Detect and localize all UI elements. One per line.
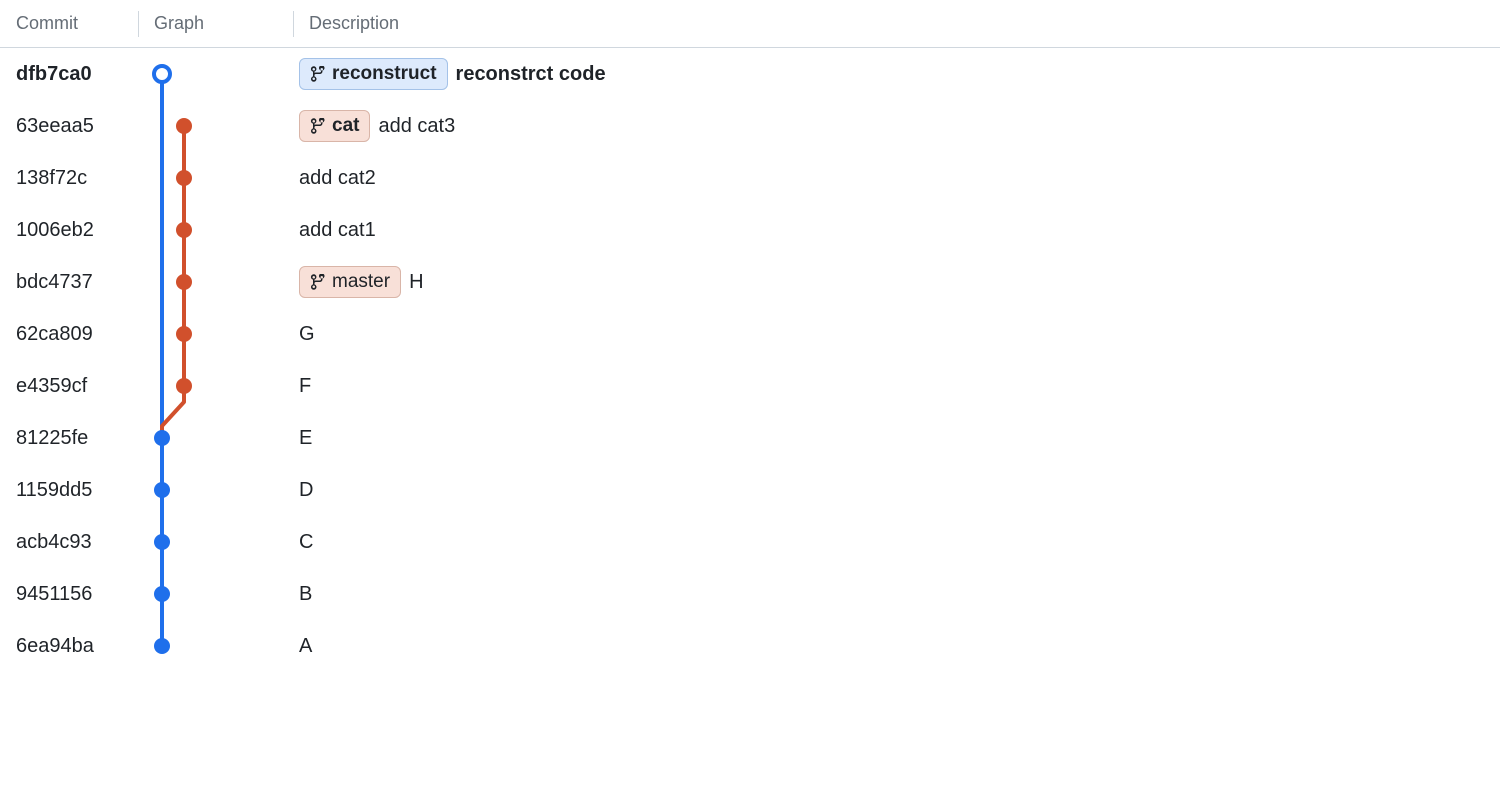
commit-hash[interactable]: 62ca809 bbox=[0, 323, 138, 346]
graph-cell bbox=[138, 568, 293, 620]
commit-hash[interactable]: 6ea94ba bbox=[0, 635, 138, 658]
branch-icon bbox=[310, 66, 326, 82]
description-cell: B bbox=[293, 583, 1500, 606]
graph-cell bbox=[138, 412, 293, 464]
description-cell: add cat2 bbox=[293, 167, 1500, 190]
commit-hash[interactable]: 1006eb2 bbox=[0, 219, 138, 242]
header-graph-label: Graph bbox=[154, 13, 204, 33]
divider bbox=[293, 11, 294, 37]
graph-cell bbox=[138, 308, 293, 360]
commit-hash[interactable]: bdc4737 bbox=[0, 271, 138, 294]
branch-tag-label: reconstruct bbox=[332, 63, 437, 85]
branch-tag-cat[interactable]: cat bbox=[299, 110, 370, 142]
commit-message[interactable]: G bbox=[299, 323, 315, 346]
commit-row[interactable]: 138f72c add cat2 bbox=[0, 152, 1500, 204]
commit-hash[interactable]: 81225fe bbox=[0, 427, 138, 450]
header-description-label: Description bbox=[309, 13, 399, 33]
header-description[interactable]: Description bbox=[293, 13, 1500, 34]
branch-tag-label: master bbox=[332, 271, 390, 293]
divider bbox=[138, 11, 139, 37]
commit-row[interactable]: 81225fe E bbox=[0, 412, 1500, 464]
commit-row[interactable]: 9451156 B bbox=[0, 568, 1500, 620]
commit-message[interactable]: add cat1 bbox=[299, 219, 376, 242]
graph-cell bbox=[138, 620, 293, 672]
commit-hash[interactable]: e4359cf bbox=[0, 375, 138, 398]
commit-row[interactable]: 1006eb2 add cat1 bbox=[0, 204, 1500, 256]
commit-list: dfb7ca0 reconstruct reconstrct code 63eeaa5… bbox=[0, 48, 1500, 672]
description-cell: master H bbox=[293, 266, 1500, 298]
commit-message[interactable]: add cat2 bbox=[299, 167, 376, 190]
graph-cell bbox=[138, 204, 293, 256]
branch-tag-master[interactable]: master bbox=[299, 266, 401, 298]
description-cell: cat add cat3 bbox=[293, 110, 1500, 142]
commit-row[interactable]: e4359cf F bbox=[0, 360, 1500, 412]
commit-row[interactable]: dfb7ca0 reconstruct reconstrct code bbox=[0, 48, 1500, 100]
description-cell: D bbox=[293, 479, 1500, 502]
commit-row[interactable]: acb4c93 C bbox=[0, 516, 1500, 568]
description-cell: E bbox=[293, 427, 1500, 450]
commit-row[interactable]: 63eeaa5 cat add cat3 bbox=[0, 100, 1500, 152]
description-cell: A bbox=[293, 635, 1500, 658]
description-cell: C bbox=[293, 531, 1500, 554]
graph-cell bbox=[138, 360, 293, 412]
commit-row[interactable]: 62ca809 G bbox=[0, 308, 1500, 360]
commit-row[interactable]: 1159dd5 D bbox=[0, 464, 1500, 516]
description-cell: F bbox=[293, 375, 1500, 398]
commit-message[interactable]: H bbox=[409, 271, 423, 294]
commit-hash[interactable]: 9451156 bbox=[0, 583, 138, 606]
commit-message[interactable]: D bbox=[299, 479, 313, 502]
commit-message[interactable]: add cat3 bbox=[378, 115, 455, 138]
graph-cell bbox=[138, 256, 293, 308]
commit-hash[interactable]: dfb7ca0 bbox=[0, 63, 138, 86]
branch-icon bbox=[310, 118, 326, 134]
commit-message[interactable]: A bbox=[299, 635, 312, 658]
branch-icon bbox=[310, 274, 326, 290]
header-row: Commit Graph Description bbox=[0, 0, 1500, 48]
graph-cell bbox=[138, 100, 293, 152]
commit-message[interactable]: F bbox=[299, 375, 311, 398]
commit-message[interactable]: C bbox=[299, 531, 313, 554]
commit-hash[interactable]: 1159dd5 bbox=[0, 479, 138, 502]
git-log-view: Commit Graph Description dfb7ca0 reconstr… bbox=[0, 0, 1500, 672]
commit-hash[interactable]: 63eeaa5 bbox=[0, 115, 138, 138]
description-cell: add cat1 bbox=[293, 219, 1500, 242]
header-graph[interactable]: Graph bbox=[138, 13, 293, 34]
description-cell: reconstruct reconstrct code bbox=[293, 58, 1500, 90]
graph-cell bbox=[138, 48, 293, 100]
commit-message[interactable]: B bbox=[299, 583, 312, 606]
commit-hash[interactable]: 138f72c bbox=[0, 167, 138, 190]
graph-cell bbox=[138, 516, 293, 568]
commit-row[interactable]: bdc4737 master H bbox=[0, 256, 1500, 308]
description-cell: G bbox=[293, 323, 1500, 346]
branch-tag-label: cat bbox=[332, 115, 359, 137]
branch-tag-reconstruct[interactable]: reconstruct bbox=[299, 58, 448, 90]
commit-message[interactable]: E bbox=[299, 427, 312, 450]
header-commit[interactable]: Commit bbox=[0, 13, 138, 34]
commit-hash[interactable]: acb4c93 bbox=[0, 531, 138, 554]
commit-row[interactable]: 6ea94ba A bbox=[0, 620, 1500, 672]
graph-cell bbox=[138, 464, 293, 516]
graph-cell bbox=[138, 152, 293, 204]
commit-message[interactable]: reconstrct code bbox=[456, 63, 606, 86]
